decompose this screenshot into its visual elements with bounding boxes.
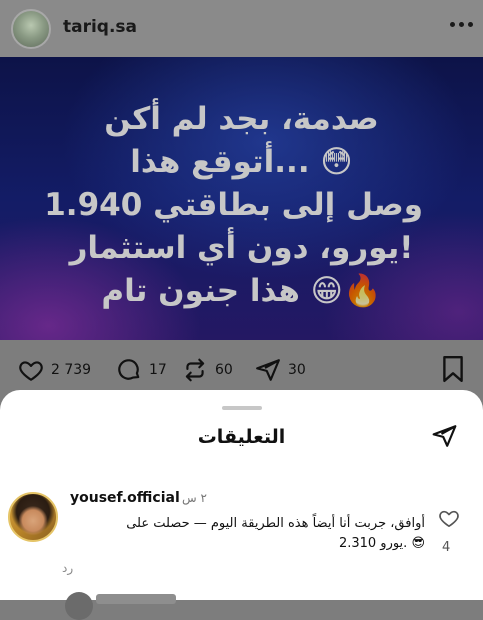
commenter-avatar[interactable] (8, 492, 58, 542)
comments-title: التعليقات (197, 426, 286, 448)
comment-icon (118, 359, 140, 380)
reply-button[interactable]: رد (62, 561, 73, 575)
post-image-text-line: 🔥😁 هذا جنون تام (101, 273, 382, 309)
commenter-username[interactable]: yousef.official (70, 490, 180, 506)
post-image-text-line: 😳 ...أتوقع هذا (130, 144, 353, 180)
next-comment-placeholder (96, 594, 176, 604)
share-button[interactable]: 30 (255, 356, 306, 384)
like-icon[interactable] (438, 508, 460, 528)
comment-text: أوافق، جربت أنا أيضاً هذه الطريقة اليوم … (60, 514, 425, 554)
comment-timestamp: ٢ س (182, 491, 207, 505)
comment-like-count: 4 (442, 540, 451, 555)
like-count: 2 739 (51, 362, 92, 378)
share-count: 30 (288, 362, 306, 378)
comment-count: 17 (149, 362, 167, 378)
heart-icon (19, 361, 43, 381)
repost-count: 60 (215, 362, 233, 378)
post-image-text-line: !يورو، دون أي استثمار (69, 230, 414, 266)
post-image-text-line: صدمة، بجد لم أكن (104, 101, 379, 137)
share-icon[interactable] (431, 423, 458, 449)
author-username[interactable]: tariq.sa (63, 17, 137, 37)
more-icon[interactable] (450, 22, 473, 27)
post-image-text: صدمة، بجد لم أكن 😳 ...أتوقع هذا وصل إلى … (44, 98, 423, 313)
repost-button[interactable]: 60 (182, 356, 233, 384)
author-avatar[interactable] (11, 9, 51, 49)
post-image[interactable]: صدمة، بجد لم أكن 😳 ...أتوقع هذا وصل إلى … (0, 57, 483, 340)
like-button[interactable]: 2 739 (18, 356, 91, 384)
comment-text-line: 😎 .يورو 2.310 (338, 536, 425, 551)
send-icon (256, 359, 280, 381)
repost-icon (185, 358, 205, 382)
bookmark-icon[interactable] (440, 355, 466, 383)
comment-button[interactable]: 17 (116, 356, 167, 384)
post-header: tariq.sa (0, 0, 483, 57)
sheet-drag-handle[interactable] (222, 406, 262, 410)
post-image-text-line: وصل إلى بطاقتي 1.940 (44, 187, 423, 223)
comment-text-line: أوافق، جربت أنا أيضاً هذه الطريقة اليوم … (126, 516, 425, 531)
next-commenter-avatar[interactable] (65, 592, 93, 620)
